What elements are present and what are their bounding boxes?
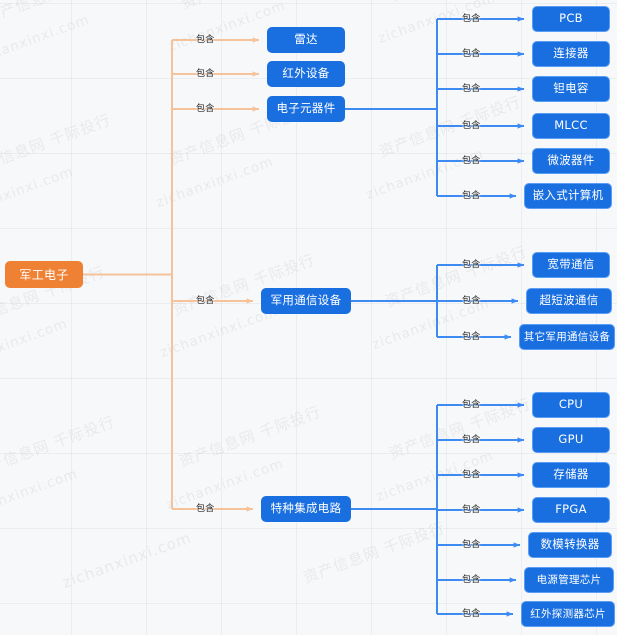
edge-label-broadband-communication: 包含: [462, 260, 481, 270]
node-radar[interactable]: 雷达: [267, 27, 345, 53]
edge-label-memory: 包含: [462, 470, 481, 480]
node-military-communication-equipment[interactable]: 军用通信设备: [261, 288, 351, 314]
node-power-management-chip[interactable]: 电源管理芯片: [524, 567, 614, 593]
blue-connector-components: [345, 16, 525, 199]
edge-label-infrared-equipment: 包含: [196, 69, 215, 79]
node-cpu[interactable]: CPU: [532, 392, 610, 418]
edge-label-microwave-device: 包含: [462, 156, 481, 166]
edge-label-cpu: 包含: [462, 400, 481, 410]
node-connector[interactable]: 连接器: [532, 41, 610, 67]
node-infrared-detector-chip[interactable]: 红外探测器芯片: [521, 601, 615, 627]
orange-connector-group: [83, 37, 260, 512]
node-other-military-communication-equipment[interactable]: 其它军用通信设备: [519, 324, 615, 350]
node-pcb[interactable]: PCB: [532, 6, 610, 32]
edge-label-embedded-computer: 包含: [462, 191, 481, 201]
blue-connector-communication: [351, 262, 525, 340]
node-microwave-device[interactable]: 微波器件: [532, 148, 610, 174]
edge-label-connector: 包含: [462, 49, 481, 59]
node-electronic-components[interactable]: 电子元器件: [267, 96, 345, 122]
edge-label-tantalum-capacitor: 包含: [462, 84, 481, 94]
node-special-integrated-circuit[interactable]: 特种集成电路: [261, 496, 351, 522]
edge-label-data-converter: 包含: [462, 540, 481, 550]
edge-label-mlcc: 包含: [462, 121, 481, 131]
edge-label-gpu: 包含: [462, 435, 481, 445]
edge-label-fpga: 包含: [462, 505, 481, 515]
edge-label-power-management-chip: 包含: [462, 575, 481, 585]
node-tantalum-capacitor[interactable]: 钽电容: [532, 76, 610, 102]
edge-label-pcb: 包含: [462, 14, 481, 24]
node-broadband-communication[interactable]: 宽带通信: [532, 252, 610, 278]
diagram-canvas: 资产信息网 千际投行 zichanxinxi.com 资产信息网 千际投行 zi…: [0, 0, 617, 635]
node-mlcc[interactable]: MLCC: [532, 113, 610, 139]
node-gpu[interactable]: GPU: [532, 427, 610, 453]
node-infrared-equipment[interactable]: 红外设备: [267, 61, 345, 87]
node-root[interactable]: 军工电子: [5, 261, 83, 288]
edge-label-infrared-detector-chip: 包含: [462, 609, 481, 619]
blue-connector-ic: [351, 402, 525, 617]
node-vhf-uhf-communication[interactable]: 超短波通信: [526, 288, 612, 314]
edge-label-special-integrated-circuit: 包含: [196, 504, 215, 514]
edge-label-electronic-components: 包含: [196, 104, 215, 114]
edge-label-vhf-uhf-communication: 包含: [462, 296, 481, 306]
node-memory[interactable]: 存储器: [532, 462, 610, 488]
node-embedded-computer[interactable]: 嵌入式计算机: [524, 183, 612, 209]
node-data-converter[interactable]: 数模转换器: [528, 532, 612, 558]
node-fpga[interactable]: FPGA: [532, 497, 610, 523]
edge-label-other-military-communication-equipment: 包含: [462, 332, 481, 342]
edge-label-military-communication-equipment: 包含: [196, 296, 215, 306]
edge-label-radar: 包含: [196, 35, 215, 45]
